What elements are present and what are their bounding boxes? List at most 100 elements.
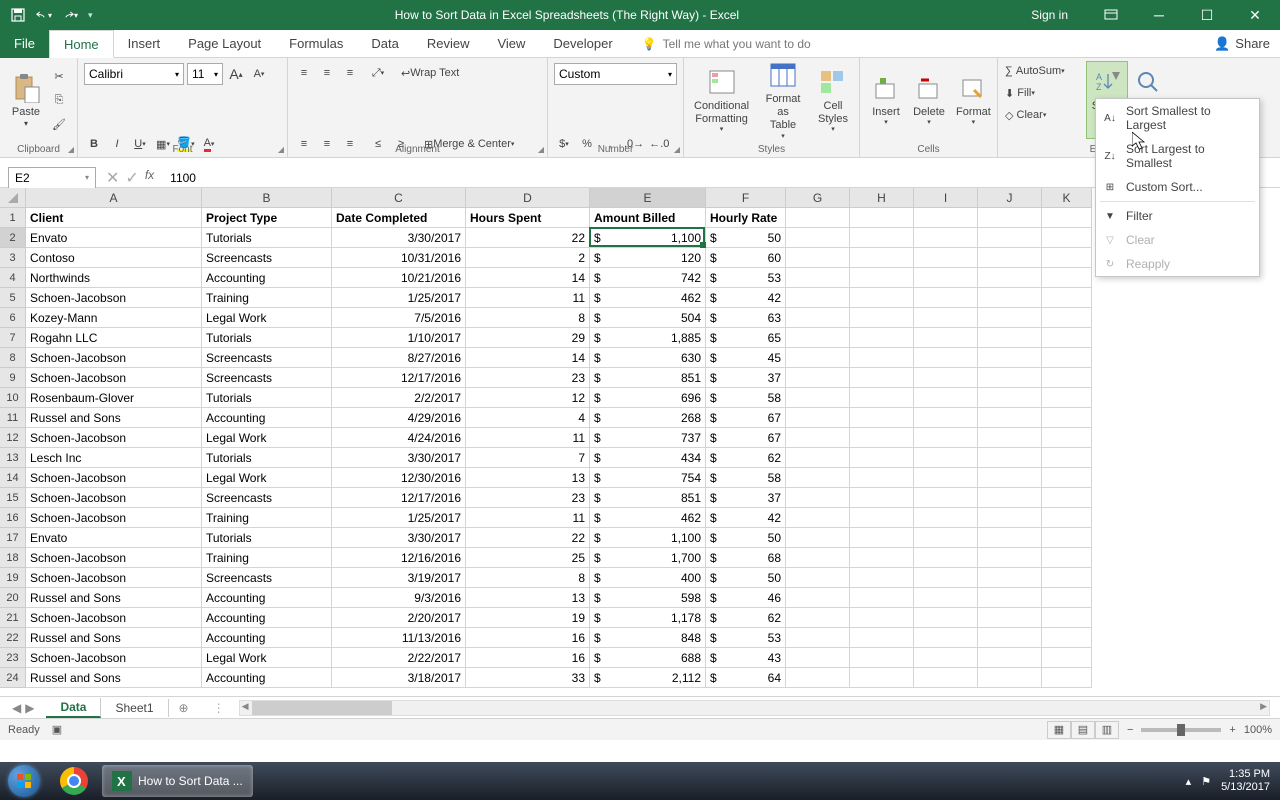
cell[interactable]: Russel and Sons xyxy=(26,408,202,428)
align-bottom-icon[interactable]: ≡ xyxy=(340,63,360,83)
cell[interactable] xyxy=(786,608,850,628)
cell[interactable]: 12/16/2016 xyxy=(332,548,466,568)
cell[interactable] xyxy=(1042,328,1092,348)
cell[interactable] xyxy=(786,648,850,668)
cell[interactable] xyxy=(914,368,978,388)
cell[interactable]: $68 xyxy=(706,548,786,568)
format-painter-icon[interactable]: 🖌 xyxy=(49,114,69,134)
col-header-K[interactable]: K xyxy=(1042,188,1092,208)
excel-task[interactable]: X How to Sort Data ... xyxy=(102,765,253,797)
cell[interactable] xyxy=(1042,648,1092,668)
cell[interactable]: $43 xyxy=(706,648,786,668)
macro-record-icon[interactable]: ▣ xyxy=(52,723,62,736)
clear-button[interactable]: ◇ Clear▾ xyxy=(1004,105,1086,125)
cell[interactable] xyxy=(978,468,1042,488)
cell[interactable]: $742 xyxy=(590,268,706,288)
cell[interactable]: 12 xyxy=(466,388,590,408)
cell[interactable]: Hours Spent xyxy=(466,208,590,228)
filter-item[interactable]: ▼Filter xyxy=(1096,204,1259,228)
col-header-G[interactable]: G xyxy=(786,188,850,208)
cell[interactable]: Tutorials xyxy=(202,328,332,348)
cell[interactable]: 7 xyxy=(466,448,590,468)
cell[interactable] xyxy=(786,268,850,288)
cell[interactable]: Northwinds xyxy=(26,268,202,288)
cell[interactable]: 1/10/2017 xyxy=(332,328,466,348)
cell[interactable]: 11 xyxy=(466,428,590,448)
col-header-J[interactable]: J xyxy=(978,188,1042,208)
cell[interactable]: $737 xyxy=(590,428,706,448)
row-header[interactable]: 9 xyxy=(0,368,26,388)
cell[interactable]: 10/21/2016 xyxy=(332,268,466,288)
start-button[interactable] xyxy=(0,762,48,800)
row-header[interactable]: 3 xyxy=(0,248,26,268)
cell[interactable] xyxy=(1042,288,1092,308)
cell[interactable]: $754 xyxy=(590,468,706,488)
cell[interactable]: Envato xyxy=(26,528,202,548)
row-header[interactable]: 22 xyxy=(0,628,26,648)
cell[interactable]: $60 xyxy=(706,248,786,268)
redo-icon[interactable]: ▾ xyxy=(62,7,78,23)
cell[interactable] xyxy=(850,248,914,268)
cell[interactable]: Screencasts xyxy=(202,348,332,368)
col-header-E[interactable]: E xyxy=(590,188,706,208)
cell[interactable]: 2/20/2017 xyxy=(332,608,466,628)
tab-developer[interactable]: Developer xyxy=(539,30,626,58)
cell[interactable] xyxy=(1042,448,1092,468)
cell[interactable] xyxy=(786,248,850,268)
cell[interactable] xyxy=(1042,668,1092,688)
cell[interactable] xyxy=(1042,608,1092,628)
cell[interactable]: Tutorials xyxy=(202,228,332,248)
cell[interactable] xyxy=(850,348,914,368)
cell[interactable]: Hourly Rate xyxy=(706,208,786,228)
cell[interactable]: Accounting xyxy=(202,588,332,608)
cell[interactable]: $67 xyxy=(706,428,786,448)
row-header[interactable]: 14 xyxy=(0,468,26,488)
cell[interactable] xyxy=(1042,388,1092,408)
col-header-B[interactable]: B xyxy=(202,188,332,208)
alignment-launcher-icon[interactable]: ◢ xyxy=(538,145,544,154)
row-header[interactable]: 19 xyxy=(0,568,26,588)
cell[interactable] xyxy=(1042,568,1092,588)
cell[interactable]: $50 xyxy=(706,228,786,248)
cell[interactable] xyxy=(786,448,850,468)
cell[interactable]: 29 xyxy=(466,328,590,348)
cell[interactable]: $504 xyxy=(590,308,706,328)
cell[interactable]: $462 xyxy=(590,288,706,308)
cell[interactable]: $62 xyxy=(706,448,786,468)
format-cells-button[interactable]: Format▾ xyxy=(952,70,995,130)
cell[interactable] xyxy=(850,488,914,508)
cell[interactable]: $400 xyxy=(590,568,706,588)
zoom-level[interactable]: 100% xyxy=(1244,724,1272,736)
cell[interactable] xyxy=(1042,588,1092,608)
cell[interactable]: 1/25/2017 xyxy=(332,288,466,308)
cell[interactable]: 4/29/2016 xyxy=(332,408,466,428)
clipboard-launcher-icon[interactable]: ◢ xyxy=(68,145,74,154)
cell[interactable]: Screencasts xyxy=(202,368,332,388)
cell[interactable]: 4/24/2016 xyxy=(332,428,466,448)
hscroll-thumb[interactable] xyxy=(252,701,392,715)
cell[interactable] xyxy=(978,228,1042,248)
number-launcher-icon[interactable]: ◢ xyxy=(674,145,680,154)
cell[interactable]: $434 xyxy=(590,448,706,468)
shrink-font-icon[interactable]: A▾ xyxy=(249,64,269,84)
cell[interactable]: Training xyxy=(202,548,332,568)
action-center-icon[interactable]: ⚑ xyxy=(1201,775,1211,788)
cell[interactable]: $1,100 xyxy=(590,228,706,248)
cell[interactable] xyxy=(978,328,1042,348)
cell[interactable] xyxy=(978,448,1042,468)
add-sheet-icon[interactable]: ⊕ xyxy=(169,701,199,715)
tab-pagelayout[interactable]: Page Layout xyxy=(174,30,275,58)
number-format-combo[interactable]: Custom▾ xyxy=(554,63,677,85)
cell[interactable]: Schoen-Jacobson xyxy=(26,488,202,508)
cell[interactable] xyxy=(786,408,850,428)
cell[interactable]: $53 xyxy=(706,268,786,288)
cell[interactable] xyxy=(978,288,1042,308)
cell[interactable]: 7/5/2016 xyxy=(332,308,466,328)
row-header[interactable]: 23 xyxy=(0,648,26,668)
cell[interactable]: 11 xyxy=(466,508,590,528)
cell[interactable] xyxy=(978,548,1042,568)
cell[interactable] xyxy=(1042,628,1092,648)
cell-styles-button[interactable]: Cell Styles▾ xyxy=(813,64,853,137)
cell[interactable] xyxy=(914,508,978,528)
cell[interactable] xyxy=(850,428,914,448)
